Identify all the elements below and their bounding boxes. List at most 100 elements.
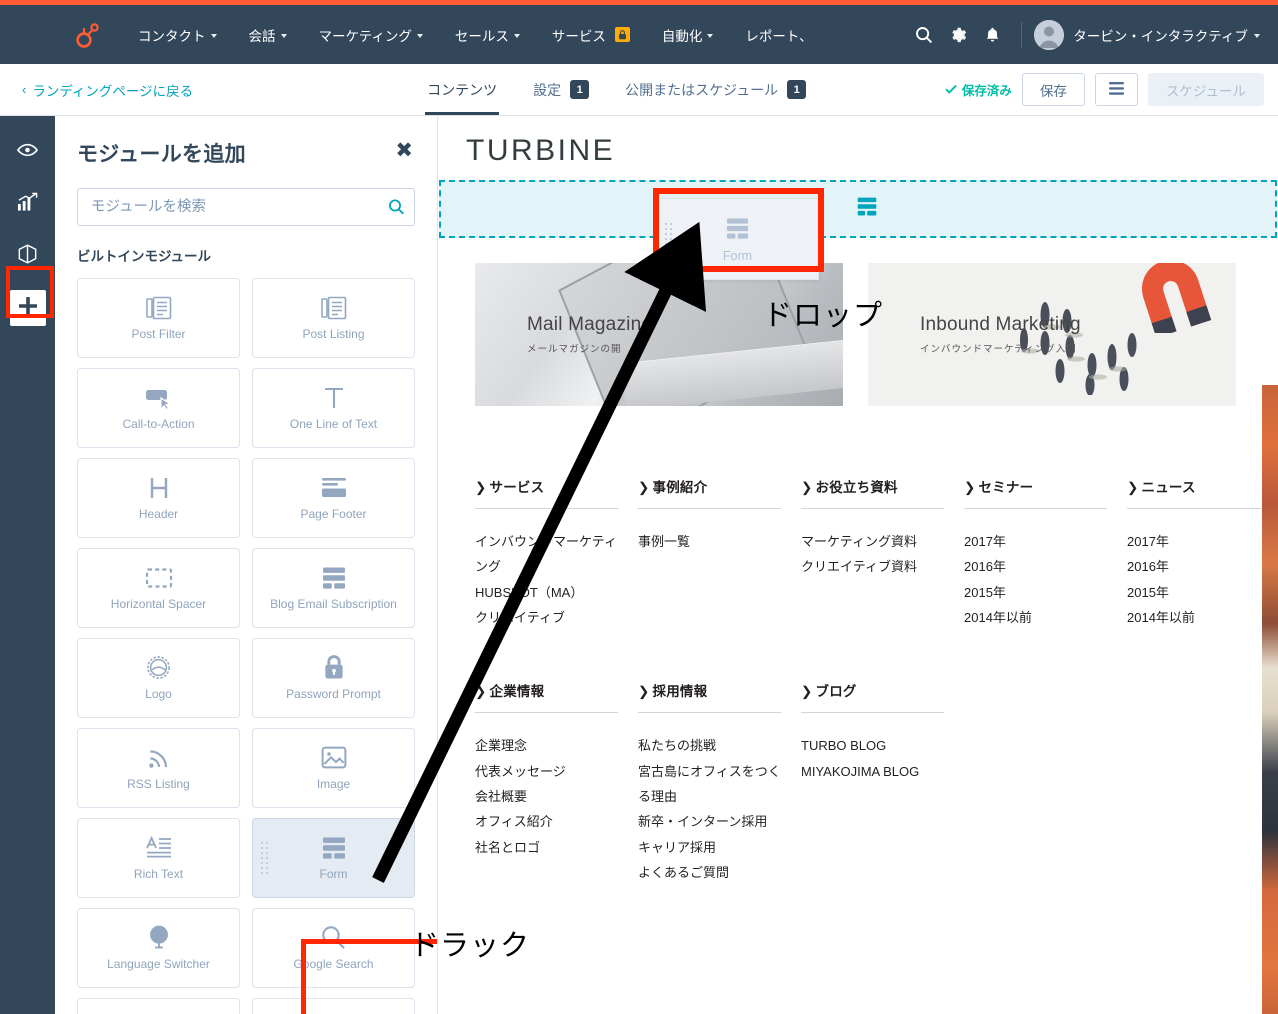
list-item[interactable]: 2014年以前	[1127, 605, 1270, 630]
more-menu-button[interactable]	[1095, 73, 1138, 106]
module-card-header[interactable]: Header	[77, 458, 240, 538]
sitemap-heading[interactable]: ❯セミナー	[964, 476, 1107, 509]
nav-item-automation[interactable]: 自動化	[646, 25, 730, 45]
search-input[interactable]	[77, 188, 415, 226]
chevron-down-icon	[1254, 34, 1260, 38]
save-button[interactable]: 保存	[1022, 73, 1085, 106]
list-item[interactable]: 代表メッセージ	[475, 759, 618, 784]
globe-icon	[147, 925, 171, 951]
search-icon[interactable]	[907, 18, 941, 52]
right-edge-image-sliver	[1262, 385, 1278, 1014]
module-label: Post Listing	[298, 328, 368, 341]
tab-label: コンテンツ	[427, 80, 497, 100]
list-item[interactable]: 会社概要	[475, 784, 618, 809]
list-item[interactable]: キャリア採用	[638, 835, 781, 860]
sitemap-heading[interactable]: ❯お役立ち資料	[801, 476, 944, 509]
list-item[interactable]: MIYAKOJIMA BLOG	[801, 759, 944, 784]
list-item[interactable]: TURBO BLOG	[801, 733, 944, 758]
list-item[interactable]: 新卒・インターン採用	[638, 809, 781, 834]
tab-settings[interactable]: 設定 1	[515, 64, 607, 115]
list-item[interactable]: 私たちの挑戦	[638, 733, 781, 758]
module-card-partial[interactable]	[77, 998, 240, 1014]
tab-content[interactable]: コンテンツ	[409, 64, 515, 115]
sitemap-heading[interactable]: ❯ニュース	[1127, 476, 1270, 509]
list-item[interactable]: 2016年	[964, 554, 1107, 579]
sitemap-heading[interactable]: ❯採用情報	[638, 680, 781, 713]
list-item[interactable]: 2016年	[1127, 554, 1270, 579]
close-icon[interactable]: ✖	[393, 138, 415, 163]
module-card-logo[interactable]: Logo	[77, 638, 240, 718]
sitemap-heading[interactable]: ❯事例紹介	[638, 476, 781, 509]
hero-image-mail-magazine[interactable]: Mail Magazine メールマガジンの開	[475, 263, 843, 406]
module-card-rss-listing[interactable]: RSS Listing	[77, 728, 240, 808]
module-label: Page Footer	[296, 508, 370, 521]
module-dropzone[interactable]	[439, 180, 1277, 238]
search-icon[interactable]	[388, 199, 405, 216]
list-item[interactable]: 2017年	[964, 529, 1107, 554]
sidebar-item-optimize[interactable]	[10, 186, 46, 222]
add-module-panel: モジュールを追加 ✖ ビルトインモジュール	[55, 116, 438, 1014]
sidebar-item-add-module[interactable]	[10, 290, 46, 326]
module-card-form[interactable]: Form	[252, 818, 415, 898]
list-item[interactable]: オフィス紹介	[475, 809, 618, 834]
sidebar-item-preview[interactable]	[10, 134, 46, 170]
module-card-post-filter[interactable]: Post Filter	[77, 278, 240, 358]
sitemap-links: マーケティング資料 クリエイティブ資料	[801, 509, 944, 580]
module-card-google-search[interactable]: Google Search	[252, 908, 415, 988]
nav-item-sales[interactable]: セールス	[439, 25, 536, 45]
list-item[interactable]: 宮古島にオフィスをつくる理由	[638, 759, 781, 810]
module-grid: Post Filter Post Listing	[77, 278, 415, 1014]
list-item[interactable]: 社名とロゴ	[475, 835, 618, 860]
module-card-rich-text[interactable]: Rich Text	[77, 818, 240, 898]
sitemap-heading[interactable]: ❯企業情報	[475, 680, 618, 713]
bar-chart-icon	[17, 192, 38, 217]
page-footer-icon	[320, 475, 348, 501]
magnifier-icon	[321, 925, 346, 951]
module-card-language-switcher[interactable]: Language Switcher	[77, 908, 240, 988]
nav-item-contacts[interactable]: コンタクト	[122, 25, 233, 45]
list-item[interactable]: 2015年	[964, 580, 1107, 605]
module-card-blog-email-subscription[interactable]: Blog Email Subscription	[252, 548, 415, 628]
module-card-password-prompt[interactable]: Password Prompt	[252, 638, 415, 718]
list-item[interactable]: 2017年	[1127, 529, 1270, 554]
list-item[interactable]: 2014年以前	[964, 605, 1107, 630]
list-item[interactable]: 2015年	[1127, 580, 1270, 605]
hubspot-sprocket-logo[interactable]	[72, 20, 102, 50]
nav-item-reports[interactable]: レポート、	[729, 25, 828, 45]
list-item[interactable]: インバウンドマーケティング	[475, 529, 618, 580]
module-card-horizontal-spacer[interactable]: Horizontal Spacer	[77, 548, 240, 628]
drag-handle-icon[interactable]	[261, 842, 268, 874]
chevron-right-icon: ❯	[475, 684, 487, 699]
account-menu[interactable]: タービン・インタラクティブ	[1073, 25, 1260, 45]
module-card-post-listing[interactable]: Post Listing	[252, 278, 415, 358]
list-item[interactable]: よくあるご質問	[638, 860, 781, 885]
bell-icon[interactable]	[975, 18, 1009, 52]
module-card-one-line-of-text[interactable]: One Line of Text	[252, 368, 415, 448]
tab-publish-or-schedule[interactable]: 公開またはスケジュール 1	[607, 64, 824, 115]
gear-icon[interactable]	[941, 18, 975, 52]
nav-item-service[interactable]: サービス	[536, 25, 646, 45]
list-item[interactable]: クリエイティブ資料	[801, 554, 944, 579]
list-item[interactable]: 企業理念	[475, 733, 618, 758]
module-card-page-footer[interactable]: Page Footer	[252, 458, 415, 538]
sidebar-item-layers[interactable]	[10, 238, 46, 274]
sitemap-footer: ❯サービス インバウンドマーケティング HUBSPOT（MA） クリエイティブ …	[438, 406, 1278, 885]
list-item[interactable]: 事例一覧	[638, 529, 781, 554]
module-label: Password Prompt	[282, 688, 385, 701]
nav-item-conversations[interactable]: 会話	[233, 25, 303, 45]
module-card-call-to-action[interactable]: Call-to-Action	[77, 368, 240, 448]
module-card-partial[interactable]	[252, 998, 415, 1014]
sitemap-heading[interactable]: ❯サービス	[475, 476, 618, 509]
list-item[interactable]: HUBSPOT（MA）	[475, 580, 618, 605]
back-to-landing-pages-link[interactable]: ‹ ランディングページに戻る	[22, 80, 193, 100]
list-item[interactable]: マーケティング資料	[801, 529, 944, 554]
hero-image-inbound-marketing[interactable]: Inbound Marketing インバウンドマーケティング入門	[868, 263, 1236, 406]
sitemap-heading[interactable]: ❯ブログ	[801, 680, 944, 713]
hamburger-menu-icon	[1109, 82, 1124, 98]
sitemap-row: ❯サービス インバウンドマーケティング HUBSPOT（MA） クリエイティブ …	[438, 476, 1278, 630]
sitemap-links: 私たちの挑戦 宮古島にオフィスをつくる理由 新卒・インターン採用 キャリア採用 …	[638, 713, 781, 885]
module-card-image[interactable]: Image	[252, 728, 415, 808]
list-item[interactable]: クリエイティブ	[475, 605, 618, 630]
nav-item-marketing[interactable]: マーケティング	[303, 25, 439, 45]
avatar[interactable]	[1034, 20, 1064, 50]
